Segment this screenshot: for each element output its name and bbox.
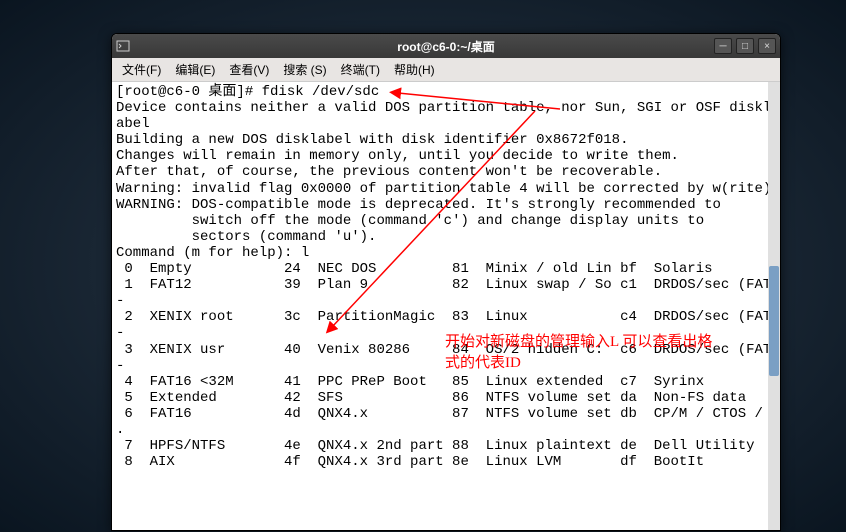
terminal-line: 1 FAT12 39 Plan 9 82 Linux swap / So c1 …	[116, 277, 776, 309]
terminal-line: [root@c6-0 桌面]# fdisk /dev/sdc	[116, 84, 776, 100]
close-button[interactable]: ×	[758, 38, 776, 54]
terminal-line: Warning: invalid flag 0x0000 of partitio…	[116, 181, 776, 197]
terminal-line: After that, of course, the previous cont…	[116, 164, 776, 180]
maximize-button[interactable]: □	[736, 38, 754, 54]
terminal-window: root@c6-0:~/桌面 ─ □ × 文件(F) 编辑(E) 查看(V) 搜…	[111, 33, 781, 531]
terminal-line: Changes will remain in memory only, unti…	[116, 148, 776, 164]
menu-view[interactable]: 查看(V)	[223, 59, 275, 80]
scrollbar[interactable]	[768, 82, 780, 530]
terminal-line: Command (m for help): l	[116, 245, 776, 261]
terminal-line: 2 XENIX root 3c PartitionMagic 83 Linux …	[116, 309, 776, 341]
window-controls: ─ □ ×	[714, 38, 776, 54]
menu-edit[interactable]: 编辑(E)	[169, 59, 221, 80]
menu-file[interactable]: 文件(F)	[116, 59, 167, 80]
terminal-line: sectors (command 'u').	[116, 229, 776, 245]
terminal-line: 4 FAT16 <32M 41 PPC PReP Boot 85 Linux e…	[116, 374, 776, 390]
menu-terminal[interactable]: 终端(T)	[335, 59, 386, 80]
terminal-line: 0 Empty 24 NEC DOS 81 Minix / old Lin bf…	[116, 261, 776, 277]
terminal-line: switch off the mode (command 'c') and ch…	[116, 213, 776, 229]
menu-search[interactable]: 搜索 (S)	[277, 59, 332, 80]
terminal-line: 7 HPFS/NTFS 4e QNX4.x 2nd part 88 Linux …	[116, 438, 776, 454]
terminal-line: Building a new DOS disklabel with disk i…	[116, 132, 776, 148]
terminal-output[interactable]: [root@c6-0 桌面]# fdisk /dev/sdcDevice con…	[112, 82, 780, 530]
titlebar[interactable]: root@c6-0:~/桌面 ─ □ ×	[112, 34, 780, 58]
terminal-icon	[116, 39, 130, 53]
terminal-line: 6 FAT16 4d QNX4.x 87 NTFS volume set db …	[116, 406, 776, 438]
menu-help[interactable]: 帮助(H)	[388, 59, 441, 80]
scrollbar-thumb[interactable]	[769, 266, 779, 376]
terminal-line: Device contains neither a valid DOS part…	[116, 100, 776, 132]
terminal-line: 3 XENIX usr 40 Venix 80286 84 OS/2 hidde…	[116, 342, 776, 374]
terminal-line: WARNING: DOS-compatible mode is deprecat…	[116, 197, 776, 213]
window-title: root@c6-0:~/桌面	[397, 38, 494, 55]
terminal-line: 8 AIX 4f QNX4.x 3rd part 8e Linux LVM df…	[116, 454, 776, 470]
terminal-line: 5 Extended 42 SFS 86 NTFS volume set da …	[116, 390, 776, 406]
minimize-button[interactable]: ─	[714, 38, 732, 54]
menubar: 文件(F) 编辑(E) 查看(V) 搜索 (S) 终端(T) 帮助(H)	[112, 58, 780, 82]
